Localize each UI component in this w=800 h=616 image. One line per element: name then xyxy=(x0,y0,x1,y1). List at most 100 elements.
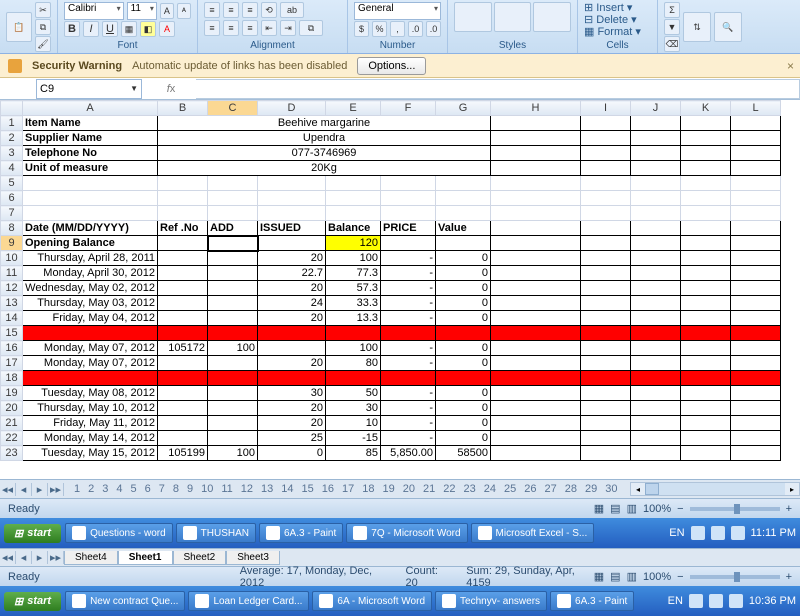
col-header-I[interactable]: I xyxy=(581,101,631,116)
start-button[interactable]: ⊞start xyxy=(4,592,61,611)
cut-button[interactable]: ✂ xyxy=(35,2,51,18)
taskbar-item[interactable]: Questions - word xyxy=(65,523,173,543)
font-size-combo[interactable]: 11 xyxy=(127,2,157,20)
col-header-L[interactable]: L xyxy=(731,101,781,116)
cell-styles[interactable] xyxy=(533,2,571,32)
taskbar-upper: ⊞start Questions - wordTHUSHAN6A.3 - Pai… xyxy=(0,518,800,548)
taskbar-item[interactable]: 6A - Microsoft Word xyxy=(312,591,432,611)
autosum[interactable]: Σ xyxy=(664,2,680,18)
col-header-D[interactable]: D xyxy=(258,101,326,116)
start-button[interactable]: ⊞start xyxy=(4,524,61,543)
group-number: Number xyxy=(354,38,441,51)
col-header-H[interactable]: H xyxy=(491,101,581,116)
merge-center[interactable]: ⧉ xyxy=(299,20,323,36)
tray-icon[interactable] xyxy=(691,526,705,540)
taskbar-item[interactable]: 6A.3 - Paint xyxy=(550,591,634,611)
sheet-tab-Sheet1[interactable]: Sheet1 xyxy=(118,551,173,565)
align-center[interactable]: ≡ xyxy=(223,20,239,36)
formula-bar: C9▼ fx xyxy=(0,78,800,100)
align-bot[interactable]: ≡ xyxy=(242,2,258,18)
copy-button[interactable]: ⧉ xyxy=(35,19,51,35)
shrink-font[interactable]: ᴬ xyxy=(177,3,191,19)
col-header-B[interactable]: B xyxy=(158,101,208,116)
sheet-tabs: ◂◂◂▸▸▸ Sheet4Sheet1Sheet2Sheet3 xyxy=(0,548,800,566)
taskbar-item[interactable]: New contract Que... xyxy=(65,591,185,611)
col-header-E[interactable]: E xyxy=(326,101,381,116)
sheet-tab-Sheet4[interactable]: Sheet4 xyxy=(64,551,118,565)
security-options-button[interactable]: Options... xyxy=(357,57,426,75)
find-select[interactable]: 🔍 xyxy=(714,12,742,42)
italic-button[interactable]: I xyxy=(83,21,99,37)
delete-cells[interactable]: ⊟ Delete ▾ xyxy=(584,14,651,26)
col-header-C[interactable]: C xyxy=(208,101,258,116)
format-cells[interactable]: ▦ Format ▾ xyxy=(584,26,651,38)
sort-filter[interactable]: ⇅ xyxy=(683,12,711,42)
view-normal-icon[interactable]: ▦ xyxy=(594,502,604,515)
grow-font[interactable]: A xyxy=(160,3,174,19)
fx-icon[interactable]: fx xyxy=(167,83,176,95)
align-mid[interactable]: ≡ xyxy=(223,2,239,18)
name-box[interactable]: C9▼ xyxy=(36,79,142,99)
lang-indicator[interactable]: EN xyxy=(669,527,684,539)
taskbar-item[interactable]: THUSHAN xyxy=(176,523,256,543)
dec-decimal[interactable]: .0 xyxy=(426,21,441,37)
taskbar-item[interactable]: 6A.3 - Paint xyxy=(259,523,343,543)
clear[interactable]: ⌫ xyxy=(664,36,680,52)
indent-dec[interactable]: ⇤ xyxy=(261,20,277,36)
taskbar-item[interactable]: Loan Ledger Card... xyxy=(188,591,309,611)
col-header-K[interactable]: K xyxy=(681,101,731,116)
align-right[interactable]: ≡ xyxy=(242,20,258,36)
fill-color[interactable]: ◧ xyxy=(140,21,156,37)
number-format-combo[interactable]: General xyxy=(354,2,441,20)
percent[interactable]: % xyxy=(372,21,387,37)
border-button[interactable]: ▦ xyxy=(121,21,137,37)
formula-input[interactable] xyxy=(196,79,800,99)
taskbar-item[interactable]: Technyv- answers xyxy=(435,591,547,611)
currency[interactable]: $ xyxy=(354,21,369,37)
taskbar-lower: ⊞start New contract Que...Loan Ledger Ca… xyxy=(0,586,800,616)
spreadsheet-grid[interactable]: ABCDEFGHIJKL1 Item Name Beehive margarin… xyxy=(0,100,800,480)
zoom-slider[interactable] xyxy=(690,507,780,511)
group-alignment: Alignment xyxy=(204,38,341,51)
tray-icon[interactable] xyxy=(731,526,745,540)
ribbon: 📋 ✂ ⧉ 🖌 Clipboard Calibri 11 A ᴬ B I U ▦… xyxy=(0,0,800,54)
col-header-G[interactable]: G xyxy=(436,101,491,116)
taskbar-item[interactable]: 7Q - Microsoft Word xyxy=(346,523,467,543)
fmt-painter[interactable]: 🖌 xyxy=(35,36,51,52)
col-header-J[interactable]: J xyxy=(631,101,681,116)
status-avg: Average: 17, Monday, Dec, 2012 xyxy=(240,565,390,589)
sheet-tab-Sheet3[interactable]: Sheet3 xyxy=(226,551,280,565)
view-layout-icon[interactable]: ▤ xyxy=(610,502,620,515)
orientation[interactable]: ⟲ xyxy=(261,2,277,18)
select-all[interactable] xyxy=(1,101,23,116)
font-name-combo[interactable]: Calibri xyxy=(64,2,124,20)
status-sum: Sum: 29, Sunday, Apr, 4159 xyxy=(466,565,594,589)
sheet-tab-Sheet2[interactable]: Sheet2 xyxy=(173,551,227,565)
cell-C9[interactable] xyxy=(208,236,258,251)
col-header-F[interactable]: F xyxy=(381,101,436,116)
security-close[interactable]: × xyxy=(787,59,794,73)
fmt-as-table[interactable] xyxy=(494,2,532,32)
security-msg: Automatic update of links has been disab… xyxy=(132,60,347,72)
col-header-A[interactable]: A xyxy=(23,101,158,116)
font-color[interactable]: A xyxy=(159,21,175,37)
h-scrollbar[interactable]: ◂▸ xyxy=(630,482,800,496)
bold-button[interactable]: B xyxy=(64,21,80,37)
insert-cells[interactable]: ⊞ Insert ▾ xyxy=(584,2,651,14)
wrap-text[interactable]: ab xyxy=(280,2,304,18)
tray-icon[interactable] xyxy=(711,526,725,540)
taskbar-item[interactable]: Microsoft Excel - S... xyxy=(471,523,595,543)
align-top[interactable]: ≡ xyxy=(204,2,220,18)
indent-inc[interactable]: ⇥ xyxy=(280,20,296,36)
underline-button[interactable]: U xyxy=(102,21,118,37)
view-break-icon[interactable]: ▥ xyxy=(627,502,637,515)
security-bar: Security Warning Automatic update of lin… xyxy=(0,54,800,78)
clock: 11:11 PM xyxy=(751,527,796,539)
shield-icon xyxy=(8,59,22,73)
align-left[interactable]: ≡ xyxy=(204,20,220,36)
comma[interactable]: , xyxy=(390,21,405,37)
inc-decimal[interactable]: .0 xyxy=(408,21,423,37)
paste-button[interactable]: 📋 xyxy=(6,12,32,42)
fill[interactable]: ▼ xyxy=(664,19,680,35)
cond-format[interactable] xyxy=(454,2,492,32)
